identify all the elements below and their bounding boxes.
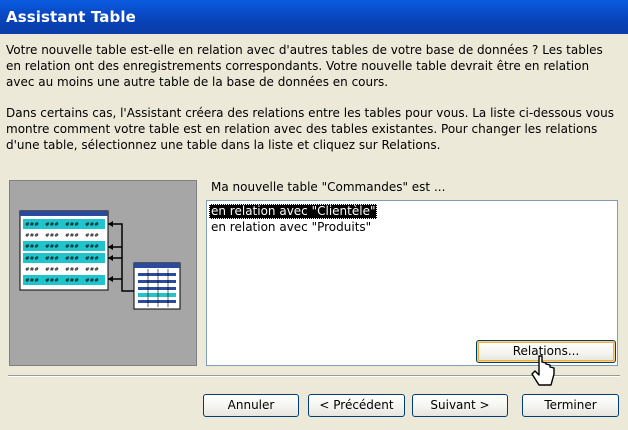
- cell-mark: ###: [65, 233, 79, 239]
- list-item[interactable]: en relation avec "Clientèle": [209, 204, 378, 219]
- next-button[interactable]: Suivant >: [412, 394, 508, 417]
- separator: [8, 375, 620, 377]
- cell-mark: ###: [85, 233, 99, 239]
- cell-mark: ###: [25, 222, 39, 228]
- dialog-title: Assistant Table: [6, 8, 136, 26]
- cell-mark: ###: [65, 278, 79, 284]
- previous-button[interactable]: < Précédent: [308, 394, 405, 417]
- cell-mark: ###: [45, 267, 59, 273]
- cell-mark: ###: [65, 244, 79, 250]
- title-bar: Assistant Table: [0, 0, 628, 34]
- cell-mark: ###: [65, 222, 79, 228]
- cell-mark: ###: [65, 267, 79, 273]
- finish-button[interactable]: Terminer: [522, 394, 619, 417]
- cell-mark: ###: [85, 244, 99, 250]
- cell-mark: ###: [85, 267, 99, 273]
- cell-mark: ###: [65, 256, 79, 262]
- cell-mark: ###: [25, 278, 39, 284]
- cell-mark: ###: [85, 256, 99, 262]
- cell-mark: ###: [45, 256, 59, 262]
- mouse-pointer-icon: [531, 355, 555, 386]
- intro-paragraph-1: Votre nouvelle table est-elle en relatio…: [6, 43, 603, 89]
- relationship-illustration: ### ### ### ### ### ### ### ### ### ### ### ### ### #…: [9, 180, 197, 366]
- cell-mark: ###: [25, 256, 39, 262]
- cell-mark: ###: [45, 233, 59, 239]
- cell-mark: ###: [25, 267, 39, 273]
- list-item[interactable]: en relation avec "Produits": [209, 220, 373, 235]
- related-tables-icon: ### ### ### ### ### ### ### ### ### ### ### ### ### #…: [19, 210, 181, 310]
- cell-mark: ###: [45, 244, 59, 250]
- intro-paragraph-2: Dans certains cas, l'Assistant créera de…: [6, 106, 614, 152]
- list-caption: Ma nouvelle table "Commandes" est ...: [211, 180, 446, 194]
- cancel-button[interactable]: Annuler: [203, 394, 299, 417]
- cell-mark: ###: [85, 278, 99, 284]
- cell-mark: ###: [25, 244, 39, 250]
- assistant-table-dialog: Assistant Table Votre nouvelle table est…: [0, 0, 628, 430]
- cell-mark: ###: [85, 222, 99, 228]
- cell-mark: ###: [45, 278, 59, 284]
- cell-mark: ###: [45, 222, 59, 228]
- cell-mark: ###: [25, 233, 39, 239]
